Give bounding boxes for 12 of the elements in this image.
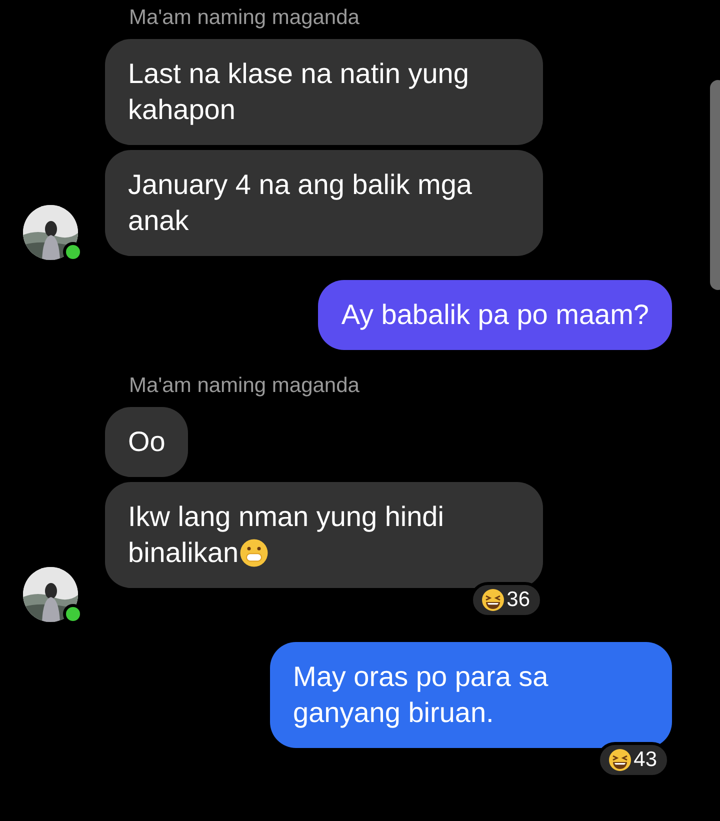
- laughing-face-icon: [480, 588, 505, 612]
- message-bubble: May oras po para sa ganyang biruan.: [270, 642, 672, 748]
- laughing-face-icon: [608, 748, 632, 772]
- reaction-count: 43: [634, 748, 657, 772]
- sender-name: Ma'am naming maganda: [129, 374, 360, 398]
- message-bubble: January 4 na ang balik mga anak: [105, 150, 543, 256]
- message-bubble: Last na klase na natin yung kahapon: [105, 39, 543, 145]
- message-bubble: Ikw lang nman yung hindi binalikan: [105, 482, 543, 588]
- message-bubble: Ay babalik pa po maam?: [318, 280, 672, 350]
- sender-name: Ma'am naming maganda: [129, 6, 360, 30]
- message-bubble: Oo: [105, 407, 188, 477]
- reaction-count: 36: [506, 588, 530, 612]
